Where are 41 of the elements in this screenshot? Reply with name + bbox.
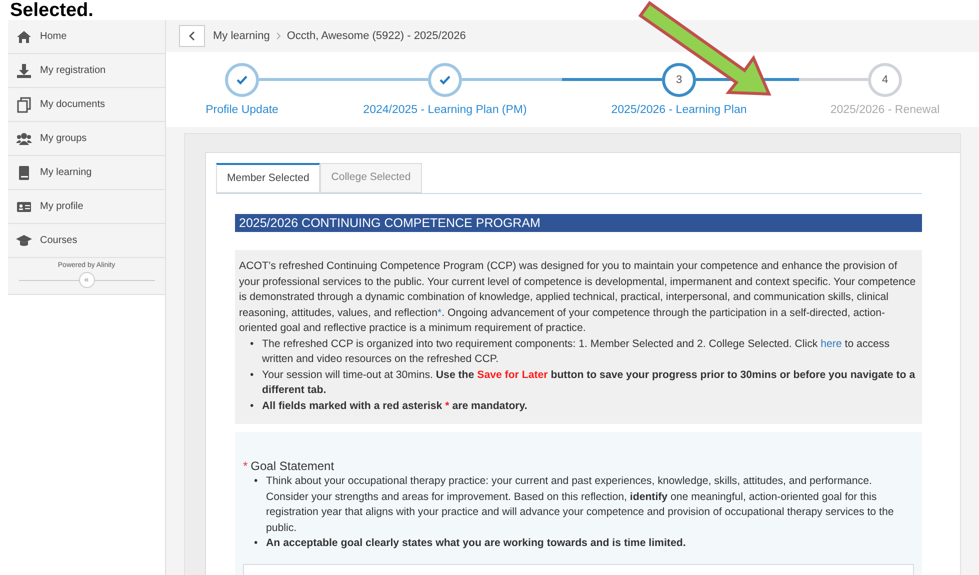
step-label[interactable]: Profile Update — [206, 103, 278, 117]
bullet-text: An acceptable goal clearly states what you are working towards and is time limited. — [266, 536, 687, 551]
chevron-right-icon — [276, 32, 281, 40]
checkmark-icon — [236, 75, 248, 85]
step-label[interactable]: 2024/2025 - Learning Plan (PM) — [363, 103, 527, 117]
bullet-text: The refreshed CCP is organized into two requirement components: 1. Member Selected and 2. College Selected. Click here to access written and video resources on the refreshed CCP. — [262, 336, 891, 367]
sidebar-item[interactable]: My profile — [8, 190, 165, 224]
bullet-text: All fields marked with a red asterisk * are mandatory. — [262, 398, 528, 414]
bullet-marker: • — [254, 536, 259, 551]
breadcrumb-link[interactable]: My learning — [213, 28, 270, 44]
chevron-left-icon — [188, 31, 196, 41]
breadcrumb-current: Occth, Awesome (5922) - 2025/2026 — [286, 28, 466, 44]
collapse-button[interactable]: « — [78, 272, 94, 288]
bullet-marker: • — [250, 336, 255, 352]
sidebar-item[interactable]: My groups — [8, 122, 165, 156]
home-icon — [16, 28, 32, 44]
people-icon — [16, 130, 32, 146]
bullet-marker: • — [250, 368, 255, 382]
bullet-marker: • — [254, 474, 259, 489]
link[interactable]: here — [820, 338, 842, 350]
sidebar-item[interactable]: Home — [8, 20, 165, 54]
tab[interactable]: Member Selected — [216, 163, 320, 193]
bullet-marker: • — [250, 398, 255, 414]
graduation-cap-icon — [16, 232, 32, 248]
book-icon — [16, 164, 32, 180]
goal-label: Goal Statement — [250, 458, 334, 474]
bullet-text: Your session will time-out at 30mins. Use the Save for Later button to save your progress prior to 30mins or before you navigate to a different tab. — [262, 368, 916, 398]
sidebar-item[interactable]: My learning — [8, 156, 165, 190]
documents-icon — [16, 96, 32, 112]
checkmark-icon — [439, 75, 451, 85]
step-label[interactable]: 2025/2026 - Learning Plan — [611, 103, 747, 117]
section-title: 2025/2026 CONTINUING COMPETENCE PROGRAM — [235, 214, 922, 232]
link[interactable]: * — [437, 306, 442, 318]
intro-paragraph: ACOT’s refreshed Continuing Competence Program (CCP) was designed for you to maintain your competence and enhance the provision of your professional services to the public. Your current level of competence is developmental, impermanent and context specific. Your competence is demonstrated through a dynamic combination of knowledge, applied technical, practical, interpersonal, and communication skills, clinical reasoning, attitudes, values, and reflection*. Ongoing advancement of your competence through the participation in a self-directed, action-oriented goal and reflective practice is a minimum requirement of practice. — [239, 259, 917, 336]
sidebar-item[interactable]: My documents — [8, 88, 165, 122]
bullet-text: Think about your occupational therapy practice: your current and past experiences, knowledge, skills, attitudes, and performance. Consider your strengths and areas for improvement. Based on this reflection, identify one meaningful, action-oriented goal for this registration year that aligns with your practice and will advance your competence and provision of occupational therapy services to the public. — [266, 474, 895, 536]
download-icon — [16, 62, 32, 78]
sidebar-item[interactable]: My registration — [8, 54, 165, 88]
required-asterisk: * — [243, 458, 248, 474]
page-heading: Selected. — [10, 0, 94, 21]
back-button[interactable] — [179, 25, 205, 47]
